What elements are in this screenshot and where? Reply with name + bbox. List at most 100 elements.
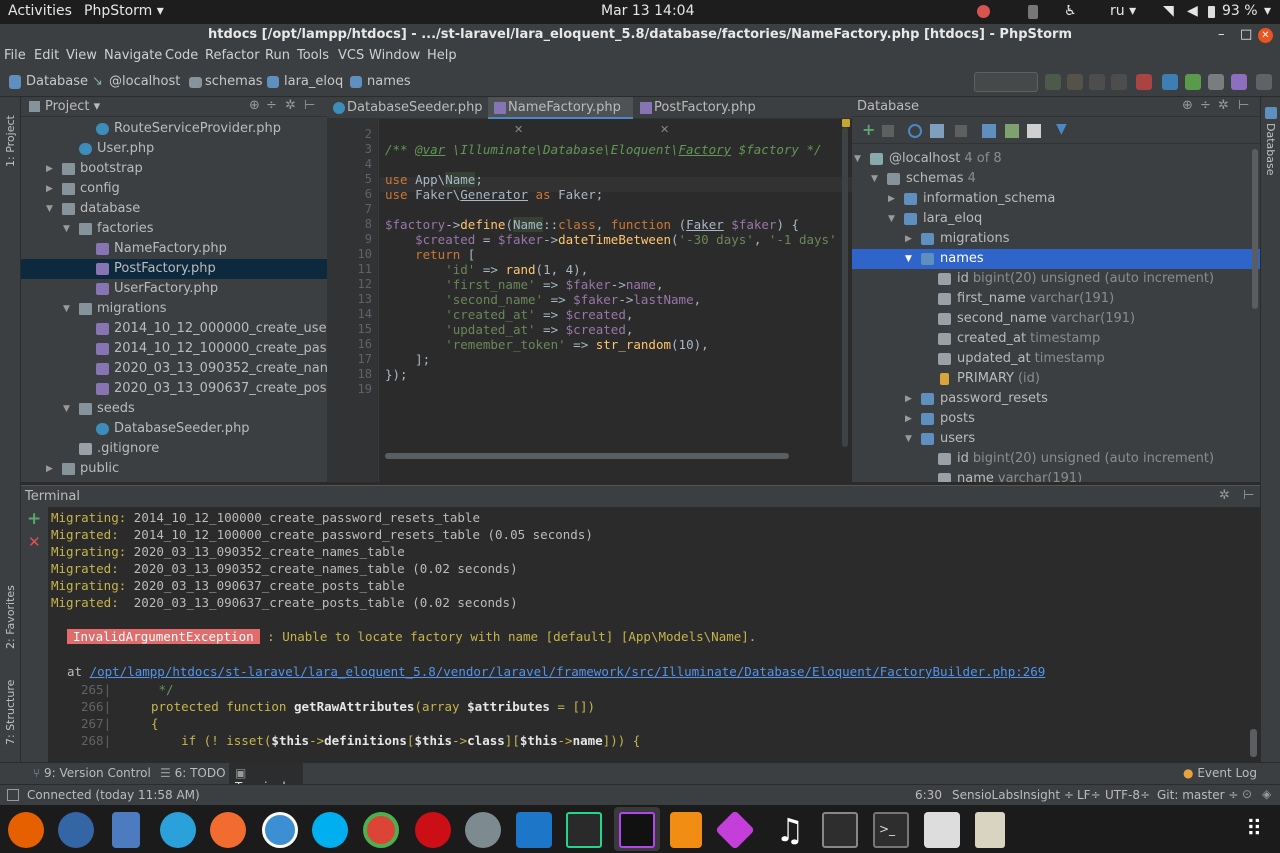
hide-icon[interactable]: ⊢ bbox=[1243, 488, 1254, 503]
files-icon[interactable] bbox=[112, 812, 140, 848]
chevron-down-icon[interactable]: ▼ bbox=[854, 149, 861, 169]
menu-view[interactable]: View bbox=[66, 48, 97, 63]
refresh-icon[interactable] bbox=[908, 124, 922, 138]
coverage-icon[interactable] bbox=[1089, 74, 1105, 90]
database-tool-tab[interactable]: Database bbox=[1264, 123, 1277, 176]
menu-code[interactable]: Code bbox=[165, 48, 198, 63]
chevron-down-icon[interactable]: ▼ bbox=[63, 399, 70, 419]
project-tree-item[interactable]: 2014_10_12_100000_create_pas bbox=[21, 339, 327, 359]
chevron-down-icon[interactable]: ▼ bbox=[63, 219, 70, 239]
vscode-icon[interactable] bbox=[516, 812, 552, 848]
accessibility-icon[interactable]: ♿ bbox=[1064, 3, 1077, 19]
collapse-icon[interactable]: ÷ bbox=[1200, 98, 1211, 113]
hide-icon[interactable]: ⊢ bbox=[1238, 98, 1249, 113]
database-tree-item[interactable]: updated_at timestamp bbox=[852, 349, 1260, 369]
project-tree-item[interactable]: UserFactory.php bbox=[21, 279, 327, 299]
chevron-right-icon[interactable]: ▶ bbox=[888, 189, 895, 209]
menu-refactor[interactable]: Refactor bbox=[205, 48, 260, 63]
database-tree-item[interactable]: name varchar(191) bbox=[852, 469, 1260, 482]
terminal-scrollbar[interactable] bbox=[1250, 729, 1257, 757]
terminal-panel[interactable]: + ✕ Migrating: 2014_10_12_100000_create_… bbox=[21, 507, 1260, 762]
database-tree-item[interactable]: second_name varchar(191) bbox=[852, 309, 1260, 329]
run-config-select[interactable] bbox=[974, 72, 1038, 92]
chevron-right-icon[interactable]: ▶ bbox=[905, 389, 912, 409]
breadcrumb-names[interactable]: names bbox=[367, 74, 411, 89]
skype-icon[interactable] bbox=[312, 812, 348, 848]
project-tree-item[interactable]: 2014_10_12_000000_create_use bbox=[21, 319, 327, 339]
file-encoding[interactable]: UTF-8÷ bbox=[1105, 788, 1150, 802]
settings-gear-icon[interactable]: ✲ bbox=[1219, 488, 1230, 503]
exception-file-link[interactable]: /opt/lampp/htdocs/st-laravel/lara_eloque… bbox=[90, 664, 1046, 679]
search-icon[interactable] bbox=[924, 812, 960, 848]
system-menu-chevron-icon[interactable]: ▾ bbox=[1264, 3, 1271, 19]
music-icon[interactable]: ♫ bbox=[772, 812, 808, 848]
terminal-app-icon[interactable]: >_ bbox=[873, 812, 909, 848]
project-tree-item[interactable]: User.php bbox=[21, 139, 327, 159]
settings-gear-icon[interactable]: ✲ bbox=[1218, 98, 1229, 113]
battery-icon[interactable] bbox=[1208, 6, 1215, 18]
database-tree-item[interactable]: ▼ lara_eloq bbox=[852, 209, 1260, 229]
chevron-down-icon[interactable]: ▼ bbox=[46, 199, 53, 219]
project-tree-item[interactable]: PostFactory.php bbox=[21, 259, 327, 279]
line-separator[interactable]: LF÷ bbox=[1077, 788, 1101, 802]
vcs-history-icon[interactable] bbox=[1208, 74, 1224, 90]
minimize-button[interactable]: – bbox=[1218, 24, 1225, 46]
system-monitor-icon[interactable] bbox=[822, 812, 858, 848]
text-editor-icon[interactable] bbox=[975, 812, 1005, 848]
vlc-icon[interactable] bbox=[670, 812, 702, 848]
app-menu[interactable]: PhpStorm ▾ bbox=[84, 3, 164, 19]
menu-tools[interactable]: Tools bbox=[297, 48, 329, 63]
database-tree-item[interactable]: ▼ names bbox=[852, 249, 1260, 269]
pycharm-icon[interactable] bbox=[566, 812, 602, 848]
show-applications-icon[interactable]: ⠿ bbox=[1236, 812, 1272, 848]
chevron-right-icon[interactable]: ▶ bbox=[905, 409, 912, 429]
chevron-right-icon[interactable]: ▶ bbox=[46, 179, 53, 199]
table-editor-icon[interactable] bbox=[982, 124, 996, 138]
close-button[interactable]: ✕ bbox=[1258, 28, 1273, 43]
chevron-right-icon[interactable]: ▶ bbox=[46, 159, 53, 179]
menu-edit[interactable]: Edit bbox=[34, 48, 59, 63]
chevron-right-icon[interactable]: ▶ bbox=[905, 229, 912, 249]
language-indicator[interactable]: ru ▾ bbox=[1110, 3, 1136, 19]
notification-icon[interactable] bbox=[977, 5, 990, 18]
project-tree-item[interactable]: RouteServiceProvider.php bbox=[21, 119, 327, 139]
menu-run[interactable]: Run bbox=[265, 48, 290, 63]
chevron-down-icon[interactable]: ▼ bbox=[888, 209, 895, 229]
database-tree-item[interactable]: ▼ users bbox=[852, 429, 1260, 449]
caret-position[interactable]: 6:30 bbox=[915, 788, 942, 802]
event-log-tab[interactable]: ● Event Log bbox=[1183, 766, 1257, 780]
project-tree-item[interactable]: 2020_03_13_090637_create_pos bbox=[21, 379, 327, 399]
lock-icon[interactable]: ⊙ bbox=[1242, 787, 1252, 801]
profile-icon[interactable] bbox=[1111, 74, 1127, 90]
volume-icon[interactable]: ◀ bbox=[1187, 3, 1198, 19]
chevron-down-icon[interactable]: ▼ bbox=[905, 429, 912, 449]
menu-file[interactable]: File bbox=[4, 48, 26, 63]
favorites-tool-tab[interactable]: 2: Favorites bbox=[4, 585, 17, 649]
terminal-tab[interactable]: ▣ Terminal bbox=[229, 763, 303, 794]
locate-icon[interactable]: ⊕ bbox=[249, 98, 260, 113]
database-scrollbar[interactable] bbox=[1252, 149, 1258, 309]
menu-vcs[interactable]: VCS bbox=[338, 48, 364, 63]
database-tree-item[interactable]: first_name varchar(191) bbox=[852, 289, 1260, 309]
todo-tab[interactable]: ☰ 6: TODO bbox=[160, 766, 226, 780]
project-tree-item[interactable]: ▼ migrations bbox=[21, 299, 327, 319]
database-tree-item[interactable]: created_at timestamp bbox=[852, 329, 1260, 349]
edit-source-icon[interactable] bbox=[1005, 124, 1019, 138]
database-tree-item[interactable]: id bigint(20) unsigned (auto increment) bbox=[852, 269, 1260, 289]
menu-help[interactable]: Help bbox=[427, 48, 457, 63]
breadcrumb-schemas[interactable]: schemas bbox=[205, 74, 263, 89]
krita-icon[interactable] bbox=[715, 810, 755, 850]
database-tree-item[interactable]: ▶ migrations bbox=[852, 229, 1260, 249]
project-tree-item[interactable]: ▼ factories bbox=[21, 219, 327, 239]
vcs-update-icon[interactable] bbox=[1162, 74, 1178, 90]
database-tree-item[interactable]: ▶ information_schema bbox=[852, 189, 1260, 209]
tab-database-seeder[interactable]: DatabaseSeeder.php ✕ bbox=[327, 97, 487, 136]
chevron-right-icon[interactable]: ▶ bbox=[46, 459, 53, 479]
project-tree-item[interactable]: ▼ seeds bbox=[21, 399, 327, 419]
activities-button[interactable]: Activities bbox=[8, 3, 72, 19]
vcs-commit-icon[interactable] bbox=[1185, 74, 1201, 90]
tab-post-factory[interactable]: PostFactory.php ✕ bbox=[634, 97, 774, 136]
phpstorm-icon[interactable] bbox=[619, 812, 655, 848]
tab-name-factory[interactable]: NameFactory.php ✕ bbox=[488, 97, 633, 136]
clock[interactable]: Mar 13 14:04 bbox=[601, 3, 694, 19]
